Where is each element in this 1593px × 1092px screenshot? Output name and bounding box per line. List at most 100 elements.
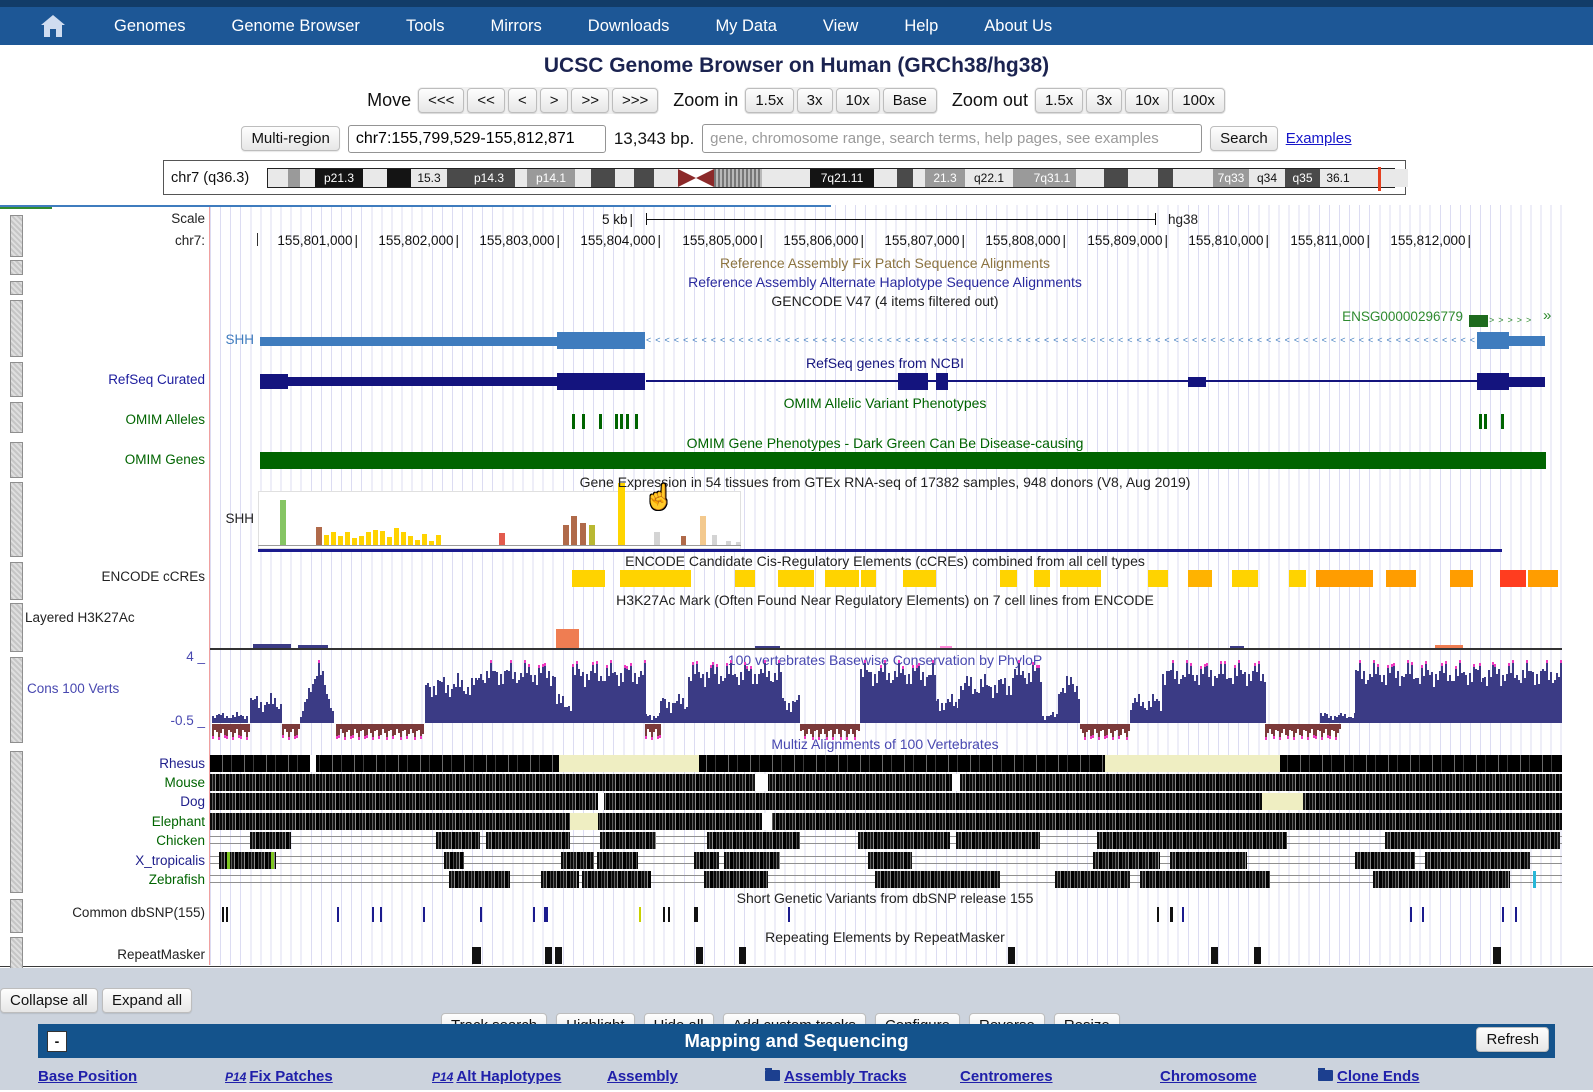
config-link-centromeres[interactable]: Centromeres [960,1068,1053,1085]
snp[interactable] [639,907,641,922]
multiz-row-mouse[interactable] [210,774,1562,791]
track-label-layered-h3k27ac[interactable]: Layered H3K27Ac [25,610,135,625]
zoom-in-1-5x-button[interactable]: 1.5x [745,88,793,113]
search-input[interactable] [702,124,1202,153]
gtex-bar[interactable] [700,516,706,545]
multiz-align-block[interactable] [868,852,912,869]
ccre-element[interactable] [1289,570,1306,587]
zoom-in-3x-button[interactable]: 3x [797,88,833,113]
gtex-bar[interactable] [726,541,731,545]
track-title-h3k27ac[interactable]: H3K27Ac Mark (Often Found Near Regulator… [208,592,1562,608]
ccre-element[interactable] [1316,570,1373,587]
ideogram-band[interactable] [1013,169,1028,187]
shh-exon[interactable] [1477,332,1509,349]
species-label-zebrafish[interactable]: Zebrafish [149,872,205,887]
ideogram-band[interactable]: q34 [1249,169,1285,187]
ideogram-band[interactable] [515,169,527,187]
snp[interactable] [222,907,224,922]
gtex-bar[interactable] [415,540,420,545]
refseq-exon[interactable] [557,373,645,390]
ideogram-band[interactable] [874,169,897,187]
multiz-row-zebrafish[interactable] [210,871,1562,888]
gtex-bar[interactable] [387,537,392,545]
zoom-out-10x-button[interactable]: 10x [1125,88,1169,113]
repeat[interactable] [1211,947,1218,964]
gtex-bar[interactable] [373,530,378,545]
multiz-align-block[interactable] [956,832,1040,849]
repeat[interactable] [1008,947,1015,964]
track-label-repeatmasker[interactable]: RepeatMasker [117,947,205,962]
nav-tools[interactable]: Tools [406,17,445,36]
gtex-bar[interactable] [338,536,343,545]
omim-allele[interactable] [626,414,629,429]
species-label-rhesus[interactable]: Rhesus [159,756,205,771]
ideogram-band[interactable]: 15.3 [411,169,447,187]
config-link-assembly-tracks[interactable]: Assembly Tracks [765,1068,907,1085]
repeat[interactable] [1493,947,1501,964]
ccre-element[interactable] [1450,570,1473,587]
h3k27ac-peak[interactable] [1230,646,1244,648]
repeat[interactable] [545,947,552,964]
snp[interactable] [668,907,670,922]
gtex-bar[interactable] [401,532,406,545]
ideogram-band[interactable]: q22.1 [965,169,1013,187]
multiz-align-block[interactable] [1425,852,1530,869]
refseq-exon[interactable] [1188,377,1206,387]
multiz-align-block[interactable] [1373,871,1510,888]
config-link-chromosome[interactable]: Chromosome [1160,1068,1257,1085]
omim-allele[interactable] [1479,414,1482,429]
ccre-element[interactable] [735,570,755,587]
multiz-align-block[interactable] [707,832,800,849]
gtex-bar[interactable] [324,535,329,545]
gtex-bar[interactable] [712,535,717,545]
refseq-utr[interactable] [288,377,558,386]
refseq-exon[interactable] [260,374,288,389]
ideogram-band[interactable] [1173,169,1213,187]
ccre-element[interactable] [1060,570,1101,587]
h3k27ac-peak[interactable] [755,646,780,648]
ruler-tick[interactable] [257,233,258,246]
multiz-align-block[interactable] [858,832,950,849]
ccre-element[interactable] [903,570,936,587]
ideogram-band[interactable]: 21.3 [925,169,965,187]
snp[interactable] [1502,907,1504,922]
ideogram-band[interactable] [654,169,678,187]
ideogram-band[interactable] [696,169,714,187]
multiz-align-block[interactable] [582,871,651,888]
species-label-chicken[interactable]: Chicken [156,833,205,848]
nav-about-us[interactable]: About Us [984,17,1052,36]
multiz-align-block[interactable] [724,852,780,869]
snp[interactable] [1410,907,1412,922]
ccre-element[interactable] [620,570,691,587]
gtex-bar[interactable] [359,536,364,545]
ideogram-band[interactable] [762,169,810,187]
snp[interactable] [372,907,374,922]
multiz-align-block[interactable] [250,832,291,849]
move-far-right-button[interactable]: >>> [612,88,658,113]
ccre-element[interactable] [1000,570,1017,587]
ideogram-band[interactable] [1128,169,1158,187]
snp[interactable] [226,907,228,922]
nav-genomes[interactable]: Genomes [114,17,186,36]
ccre-element[interactable] [1188,570,1212,587]
multiz-align-block[interactable] [597,852,638,869]
gtex-bar[interactable] [366,532,371,545]
move-right-button[interactable]: >> [571,88,609,113]
gtex-bar[interactable] [280,500,286,545]
snp[interactable] [533,907,535,922]
multiz-row-x_tropicalis[interactable] [210,852,1562,869]
position-input[interactable] [348,125,606,153]
multiz-align-block[interactable] [1097,832,1287,849]
omim-allele[interactable] [599,414,602,429]
ideogram-band[interactable]: 7q21.11 [810,169,874,187]
track-title-omim-gene[interactable]: OMIM Gene Phenotypes - Dark Green Can Be… [208,435,1562,451]
h3k27ac-peak[interactable] [556,629,579,648]
track-label-omim-genes[interactable]: OMIM Genes [125,452,205,467]
config-link-base-position[interactable]: Base Position [38,1068,137,1085]
move-left-small-button[interactable]: < [508,88,537,113]
snp[interactable] [663,907,665,922]
gtex-bar[interactable] [618,483,625,545]
move-left-button[interactable]: << [467,88,505,113]
gtex-bar[interactable] [436,535,441,545]
ideogram-band[interactable] [1158,169,1173,187]
